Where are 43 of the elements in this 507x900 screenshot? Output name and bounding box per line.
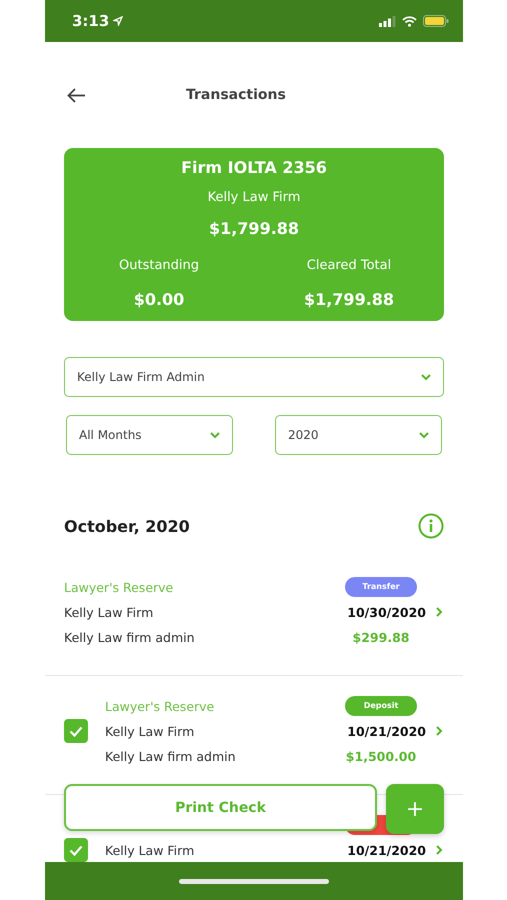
firm-name: Kelly Law Firm	[208, 189, 300, 207]
type-badge: Transfer	[345, 577, 417, 597]
cleared-label: Cleared Total	[306, 257, 392, 275]
transaction-date: 10/21/2020	[347, 724, 426, 738]
transaction-date: 10/30/2020	[347, 604, 426, 620]
info-icon[interactable]	[418, 513, 444, 539]
chevron-down-icon	[419, 432, 429, 438]
type-badge: Deposit	[345, 696, 417, 716]
chevron-right-icon[interactable]	[436, 845, 443, 855]
battery-icon	[423, 15, 449, 27]
page-title: Transactions	[186, 87, 286, 103]
transaction-date: 10/21/2020	[347, 842, 426, 858]
chevron-down-icon	[421, 374, 431, 380]
signal-icon	[379, 16, 396, 26]
transaction-amount: $299.88	[352, 630, 410, 644]
user-dropdown[interactable]: Kelly Law Firm Admin	[64, 357, 444, 397]
transaction-category: Lawyer's Reserve	[105, 698, 216, 714]
payee-name: Kelly Law Firm	[105, 842, 196, 858]
row-checkbox[interactable]	[64, 719, 88, 743]
checkmark-icon	[69, 726, 83, 736]
account-name: Firm IOLTA 2356	[181, 157, 327, 179]
chevron-down-icon	[210, 432, 220, 438]
payee-name: Kelly Law Firm	[64, 604, 154, 620]
outstanding-amount: $0.00	[134, 289, 184, 311]
user-name: Kelly Law firm admin	[105, 748, 237, 764]
transaction-category: Lawyer's Reserve	[64, 580, 174, 594]
wifi-icon	[402, 16, 417, 26]
status-time: 3:13	[72, 12, 110, 30]
cleared-amount: $1,799.88	[304, 289, 394, 311]
location-icon	[113, 16, 124, 26]
user-name: Kelly Law firm admin	[64, 630, 196, 644]
transaction-amount: $1,500.00	[346, 748, 416, 764]
row-checkbox[interactable]	[64, 838, 88, 862]
outstanding-label: Outstanding	[119, 257, 199, 275]
chevron-right-icon[interactable]	[436, 726, 443, 736]
payee-name: Kelly Law Firm	[105, 724, 196, 738]
chevron-right-icon[interactable]	[436, 607, 443, 617]
month-dropdown[interactable]: All Months	[66, 415, 233, 455]
checkmark-icon	[69, 844, 83, 856]
account-balance: $1,799.88	[208, 218, 300, 240]
year-dropdown[interactable]: 2020	[275, 415, 442, 455]
month-heading: October, 2020	[64, 516, 190, 536]
back-arrow-icon[interactable]	[67, 88, 86, 102]
